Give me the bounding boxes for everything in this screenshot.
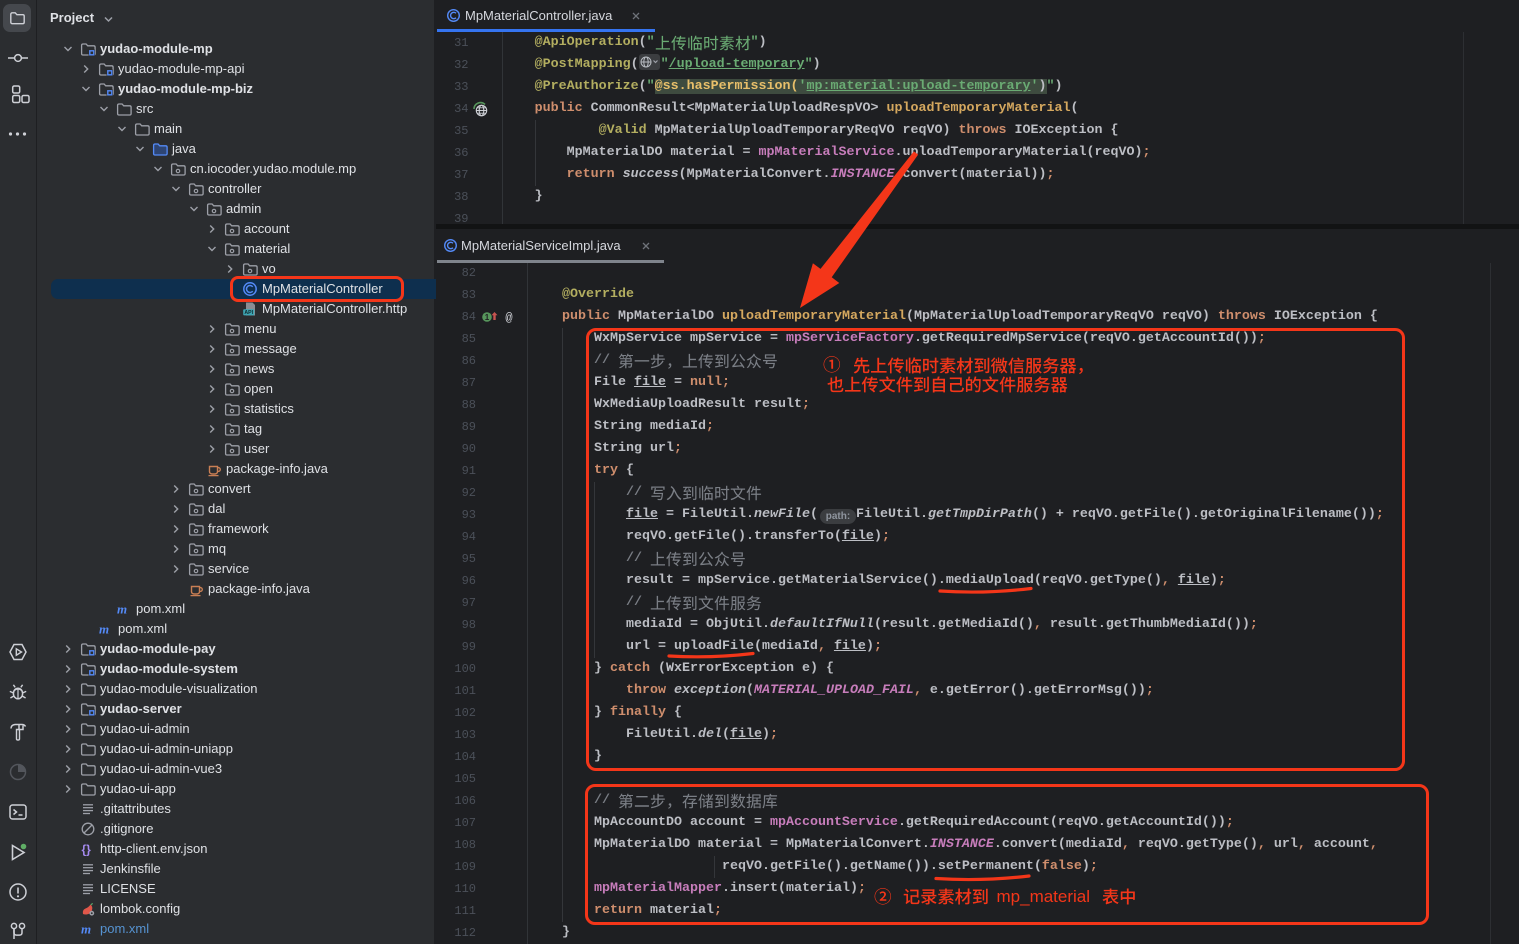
svg-text:{}: {}: [82, 843, 92, 857]
svg-text:API: API: [244, 310, 253, 316]
svg-text:m: m: [99, 622, 109, 637]
svg-text:m: m: [81, 922, 91, 937]
svg-text:m: m: [117, 602, 127, 617]
svg-text:@: @: [505, 311, 512, 324]
svg-text:1: 1: [485, 313, 490, 322]
